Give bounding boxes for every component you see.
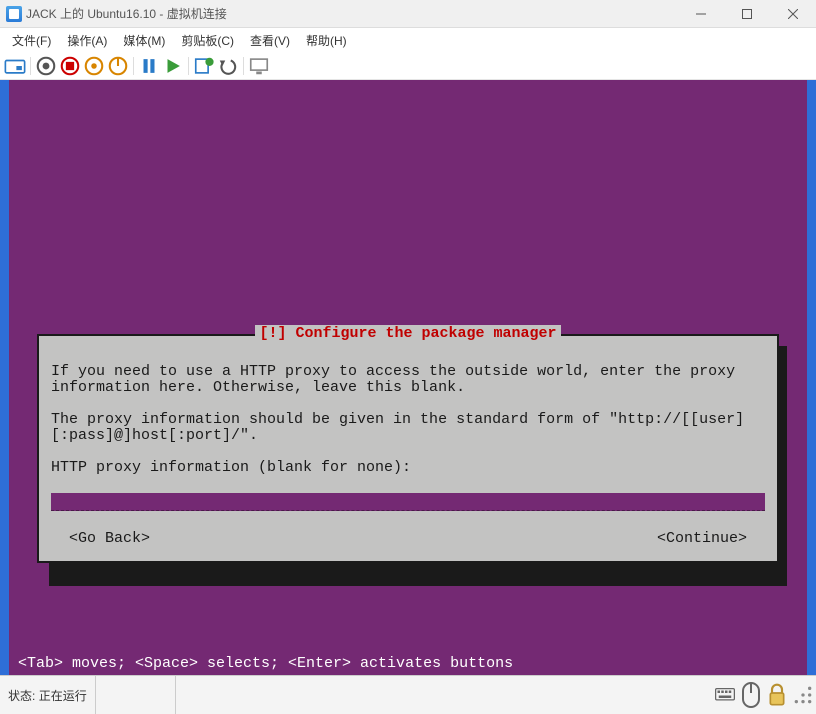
toolbar [0, 52, 816, 80]
titlebar: JACK 上的 Ubuntu16.10 - 虚拟机连接 [0, 0, 816, 28]
ctrl-alt-del-icon [4, 55, 26, 77]
statusbar: 状态: 正在运行 [0, 675, 816, 714]
revert-icon [217, 55, 239, 77]
checkpoint-button[interactable] [193, 55, 215, 77]
pause-button[interactable] [138, 55, 160, 77]
menu-action[interactable]: 操作(A) [59, 30, 115, 51]
go-back-button[interactable]: <Go Back> [69, 531, 150, 547]
toolbar-separator [243, 57, 244, 75]
menu-help[interactable]: 帮助(H) [298, 30, 355, 51]
power-button[interactable] [107, 55, 129, 77]
continue-button[interactable]: <Continue> [657, 531, 747, 547]
toolbar-separator [133, 57, 134, 75]
installer-screen[interactable]: [!] Configure the package manager If you… [9, 80, 807, 675]
pause-icon [138, 55, 160, 77]
revert-button[interactable] [217, 55, 239, 77]
proxy-input[interactable] [51, 493, 765, 511]
mouse-status-icon[interactable] [741, 685, 761, 705]
configure-package-manager-dialog: [!] Configure the package manager If you… [37, 334, 779, 563]
toolbar-separator [188, 57, 189, 75]
save-icon [83, 55, 105, 77]
shutdown-icon [59, 55, 81, 77]
maximize-button[interactable] [724, 0, 770, 28]
status-value: 正在运行 [39, 687, 87, 704]
turn-off-button[interactable] [35, 55, 57, 77]
menu-media[interactable]: 媒体(M) [115, 30, 173, 51]
power-icon [107, 55, 129, 77]
ctrl-alt-del-button[interactable] [4, 55, 26, 77]
maximize-icon [742, 9, 752, 19]
status-cell: 状态: 正在运行 [0, 676, 96, 714]
status-empty-cell [96, 676, 176, 714]
start-button[interactable] [162, 55, 184, 77]
minimize-button[interactable] [678, 0, 724, 28]
dialog-paragraph-2: The proxy information should be given in… [51, 412, 765, 444]
dialog-paragraph-1: If you need to use a HTTP proxy to acces… [51, 364, 765, 396]
window-title: JACK 上的 Ubuntu16.10 - 虚拟机连接 [26, 5, 678, 22]
desktop-edge-left [0, 80, 9, 675]
shutdown-button[interactable] [59, 55, 81, 77]
dialog-title-wrapper: [!] Configure the package manager [39, 326, 777, 342]
enhanced-icon [248, 55, 270, 77]
menubar: 文件(F) 操作(A) 媒体(M) 剪贴板(C) 查看(V) 帮助(H) [0, 28, 816, 52]
grip-icon[interactable] [793, 685, 813, 705]
menu-view[interactable]: 查看(V) [242, 30, 298, 51]
dialog-title: [!] Configure the package manager [255, 325, 560, 342]
toolbar-separator [30, 57, 31, 75]
desktop-edge-right [807, 80, 816, 675]
dialog-nav: <Go Back> <Continue> [51, 531, 765, 555]
menu-clipboard[interactable]: 剪贴板(C) [173, 30, 242, 51]
app-icon [6, 6, 22, 22]
close-button[interactable] [770, 0, 816, 28]
footer-hint: <Tab> moves; <Space> selects; <Enter> ac… [18, 655, 513, 672]
turn-off-icon [35, 55, 57, 77]
lock-status-icon[interactable] [767, 685, 787, 705]
enhanced-session-button[interactable] [248, 55, 270, 77]
checkpoint-icon [193, 55, 215, 77]
close-icon [788, 9, 798, 19]
vm-display: [!] Configure the package manager If you… [0, 80, 816, 675]
proxy-field-label: HTTP proxy information (blank for none): [51, 460, 765, 476]
keyboard-status-icon[interactable] [715, 685, 735, 705]
status-label: 状态: [8, 687, 35, 704]
minimize-icon [696, 9, 706, 19]
save-button[interactable] [83, 55, 105, 77]
start-icon [162, 55, 184, 77]
menu-file[interactable]: 文件(F) [4, 30, 59, 51]
